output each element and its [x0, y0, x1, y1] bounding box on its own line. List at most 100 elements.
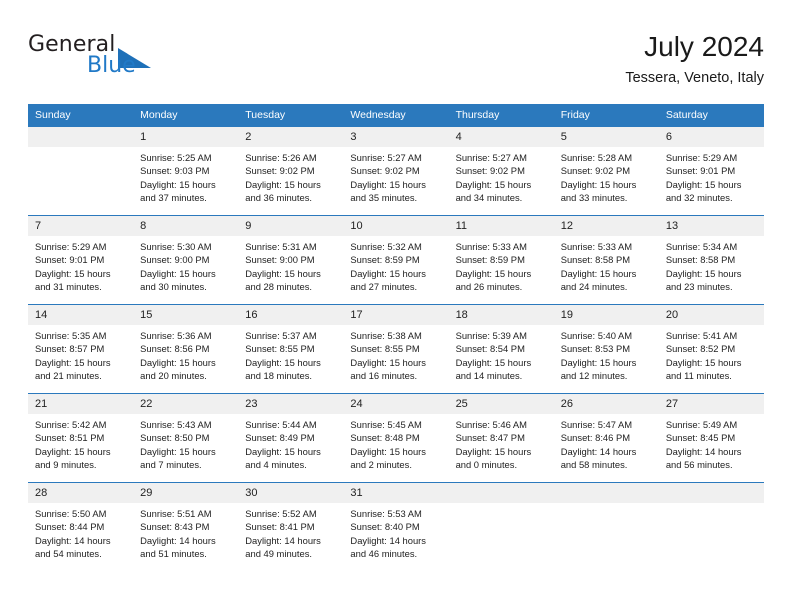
- sunset-time: Sunset: 8:49 PM: [245, 432, 315, 444]
- calendar-day-cell[interactable]: 17 Sunrise: 5:38 AM Sunset: 8:55 PM Dayligh…: [343, 304, 449, 394]
- daylight-duration-line2: and 16 minutes.: [350, 369, 418, 381]
- weekday-header-sunday: Sunday: [28, 104, 134, 127]
- daylight-duration-line1: Daylight: 15 hours: [560, 356, 637, 368]
- calendar-day-cell[interactable]: 1 Sunrise: 5:25 AM Sunset: 9:03 PM Daylight…: [133, 126, 239, 216]
- calendar-day-cell[interactable]: 16 Sunrise: 5:37 AM Sunset: 8:55 PM Dayligh…: [238, 304, 344, 394]
- daylight-duration-line2: and 18 minutes.: [245, 369, 312, 381]
- sunrise-time: Sunrise: 5:33 AM: [455, 241, 527, 252]
- daylight-duration-line1: Daylight: 15 hours: [245, 356, 321, 368]
- day-number: 4: [448, 127, 554, 147]
- calendar-day-cell[interactable]: 30 Sunrise: 5:52 AM Sunset: 8:41 PM Dayligh…: [238, 482, 344, 571]
- calendar-day-cell[interactable]: 29 Sunrise: 5:51 AM Sunset: 8:43 PM Dayligh…: [133, 482, 239, 571]
- sunrise-time: Sunrise: 5:52 AM: [245, 508, 317, 519]
- sunrise-time: Sunrise: 5:49 AM: [665, 419, 738, 430]
- daylight-duration-line1: Daylight: 14 hours: [665, 445, 742, 457]
- calendar-day-cell[interactable]: 3 Sunrise: 5:27 AM Sunset: 9:02 PM Daylight…: [343, 126, 449, 216]
- weekday-header-tuesday: Tuesday: [238, 104, 344, 127]
- daylight-duration-line1: Daylight: 15 hours: [455, 267, 532, 279]
- day-number: 19: [553, 305, 659, 325]
- calendar-day-cell[interactable]: 13 Sunrise: 5:34 AM Sunset: 8:58 PM Dayligh…: [658, 215, 764, 305]
- calendar-week-row: 14 Sunrise: 5:35 AM Sunset: 8:57 PM Dayligh…: [28, 304, 764, 394]
- sunrise-time: Sunrise: 5:42 AM: [35, 419, 107, 430]
- calendar-day-cell[interactable]: 27 Sunrise: 5:49 AM Sunset: 8:45 PM Dayligh…: [658, 393, 764, 483]
- calendar-day-cell[interactable]: 22 Sunrise: 5:43 AM Sunset: 8:50 PM Dayligh…: [133, 393, 239, 483]
- daylight-duration-line2: and 51 minutes.: [140, 547, 207, 559]
- calendar-empty-cell: [553, 482, 659, 571]
- sunrise-time: Sunrise: 5:51 AM: [140, 508, 212, 519]
- sunrise-time: Sunrise: 5:25 AM: [140, 152, 212, 163]
- daylight-duration-line1: Daylight: 15 hours: [245, 267, 321, 279]
- daylight-duration-line2: and 23 minutes.: [665, 280, 733, 292]
- sunrise-time: Sunrise: 5:32 AM: [350, 241, 422, 252]
- day-number: [658, 483, 764, 503]
- day-number: 26: [553, 394, 659, 414]
- calendar-week-row: 7 Sunrise: 5:29 AM Sunset: 9:01 PM Daylight…: [28, 215, 764, 305]
- daylight-duration-line2: and 54 minutes.: [35, 547, 102, 559]
- calendar-day-cell[interactable]: 25 Sunrise: 5:46 AM Sunset: 8:47 PM Dayligh…: [448, 393, 554, 483]
- day-details: Sunrise: 5:33 AM Sunset: 8:59 PM Daylight:…: [449, 236, 554, 293]
- calendar-day-cell[interactable]: 7 Sunrise: 5:29 AM Sunset: 9:01 PM Daylight…: [28, 215, 134, 305]
- calendar-day-cell[interactable]: 2 Sunrise: 5:26 AM Sunset: 9:02 PM Daylight…: [238, 126, 344, 216]
- daylight-duration-line2: and 34 minutes.: [455, 191, 523, 203]
- daylight-duration-line1: Daylight: 15 hours: [455, 178, 532, 190]
- sunset-time: Sunset: 8:56 PM: [140, 343, 210, 355]
- daylight-duration-line2: and 28 minutes.: [245, 280, 312, 292]
- daylight-duration-line2: and 11 minutes.: [665, 369, 732, 381]
- day-details: Sunrise: 5:27 AM Sunset: 9:02 PM Daylight:…: [449, 147, 554, 204]
- calendar-day-cell[interactable]: 10 Sunrise: 5:32 AM Sunset: 8:59 PM Dayligh…: [343, 215, 449, 305]
- sunrise-time: Sunrise: 5:29 AM: [665, 152, 738, 163]
- title-block: July 2024 Tessera, Veneto, Italy: [625, 30, 764, 87]
- day-details: Sunrise: 5:37 AM Sunset: 8:55 PM Daylight:…: [238, 325, 343, 382]
- calendar-day-cell[interactable]: 23 Sunrise: 5:44 AM Sunset: 8:49 PM Dayligh…: [238, 393, 344, 483]
- day-details: Sunrise: 5:31 AM Sunset: 9:00 PM Daylight:…: [238, 236, 343, 293]
- day-number: 20: [658, 305, 764, 325]
- calendar-day-cell[interactable]: 20 Sunrise: 5:41 AM Sunset: 8:52 PM Dayligh…: [658, 304, 764, 394]
- calendar-day-cell[interactable]: 18 Sunrise: 5:39 AM Sunset: 8:54 PM Dayligh…: [448, 304, 554, 394]
- calendar-day-cell[interactable]: 28 Sunrise: 5:50 AM Sunset: 8:44 PM Dayligh…: [28, 482, 134, 571]
- sunrise-time: Sunrise: 5:44 AM: [245, 419, 317, 430]
- calendar-day-cell[interactable]: 26 Sunrise: 5:47 AM Sunset: 8:46 PM Dayligh…: [553, 393, 659, 483]
- day-number: [553, 483, 659, 503]
- daylight-duration-line2: and 4 minutes.: [245, 458, 307, 470]
- sunset-time: Sunset: 8:47 PM: [455, 432, 525, 444]
- sunset-time: Sunset: 8:55 PM: [245, 343, 315, 355]
- daylight-duration-line2: and 9 minutes.: [35, 458, 97, 470]
- calendar-day-cell[interactable]: 14 Sunrise: 5:35 AM Sunset: 8:57 PM Dayligh…: [28, 304, 134, 394]
- day-number: 10: [343, 216, 449, 236]
- calendar-day-cell[interactable]: 24 Sunrise: 5:45 AM Sunset: 8:48 PM Dayligh…: [343, 393, 449, 483]
- calendar-day-cell[interactable]: 9 Sunrise: 5:31 AM Sunset: 9:00 PM Daylight…: [238, 215, 344, 305]
- calendar-day-cell[interactable]: 5 Sunrise: 5:28 AM Sunset: 9:02 PM Daylight…: [553, 126, 659, 216]
- calendar-day-cell[interactable]: 4 Sunrise: 5:27 AM Sunset: 9:02 PM Daylight…: [448, 126, 554, 216]
- calendar-day-cell[interactable]: 31 Sunrise: 5:53 AM Sunset: 8:40 PM Dayligh…: [343, 482, 449, 571]
- sunrise-time: Sunrise: 5:40 AM: [560, 330, 633, 341]
- calendar-day-cell[interactable]: 15 Sunrise: 5:36 AM Sunset: 8:56 PM Dayligh…: [133, 304, 239, 394]
- sunrise-time: Sunrise: 5:27 AM: [455, 152, 527, 163]
- day-number: 7: [28, 216, 134, 236]
- daylight-duration-line1: Daylight: 15 hours: [350, 178, 426, 190]
- calendar-day-cell[interactable]: 11 Sunrise: 5:33 AM Sunset: 8:59 PM Dayligh…: [448, 215, 554, 305]
- calendar-day-cell[interactable]: 8 Sunrise: 5:30 AM Sunset: 9:00 PM Daylight…: [133, 215, 239, 305]
- sunset-time: Sunset: 8:48 PM: [350, 432, 420, 444]
- sunset-time: Sunset: 9:02 PM: [350, 165, 420, 177]
- sunset-time: Sunset: 8:41 PM: [245, 521, 315, 533]
- daylight-duration-line1: Daylight: 15 hours: [350, 267, 426, 279]
- calendar-day-cell[interactable]: 19 Sunrise: 5:40 AM Sunset: 8:53 PM Dayligh…: [553, 304, 659, 394]
- calendar-day-cell[interactable]: 6 Sunrise: 5:29 AM Sunset: 9:01 PM Daylight…: [658, 126, 764, 216]
- calendar-week-row: 28 Sunrise: 5:50 AM Sunset: 8:44 PM Dayligh…: [28, 482, 764, 571]
- daylight-duration-line1: Daylight: 15 hours: [140, 445, 216, 457]
- weekday-header-friday: Friday: [553, 104, 659, 127]
- day-details: Sunrise: 5:40 AM Sunset: 8:53 PM Daylight:…: [554, 325, 659, 382]
- calendar-day-cell[interactable]: 21 Sunrise: 5:42 AM Sunset: 8:51 PM Dayligh…: [28, 393, 134, 483]
- sunrise-time: Sunrise: 5:43 AM: [140, 419, 212, 430]
- sunset-time: Sunset: 8:45 PM: [665, 432, 736, 444]
- sunset-time: Sunset: 8:52 PM: [665, 343, 736, 355]
- calendar-day-cell[interactable]: 12 Sunrise: 5:33 AM Sunset: 8:58 PM Dayligh…: [553, 215, 659, 305]
- sunset-time: Sunset: 8:54 PM: [455, 343, 525, 355]
- day-details: Sunrise: 5:51 AM Sunset: 8:43 PM Daylight:…: [133, 503, 238, 560]
- sunset-time: Sunset: 8:50 PM: [140, 432, 210, 444]
- day-number: 1: [133, 127, 239, 147]
- day-number: 13: [658, 216, 764, 236]
- day-details: Sunrise: 5:35 AM Sunset: 8:57 PM Daylight:…: [28, 325, 133, 382]
- daylight-duration-line2: and 30 minutes.: [140, 280, 207, 292]
- daylight-duration-line1: Daylight: 14 hours: [560, 445, 637, 457]
